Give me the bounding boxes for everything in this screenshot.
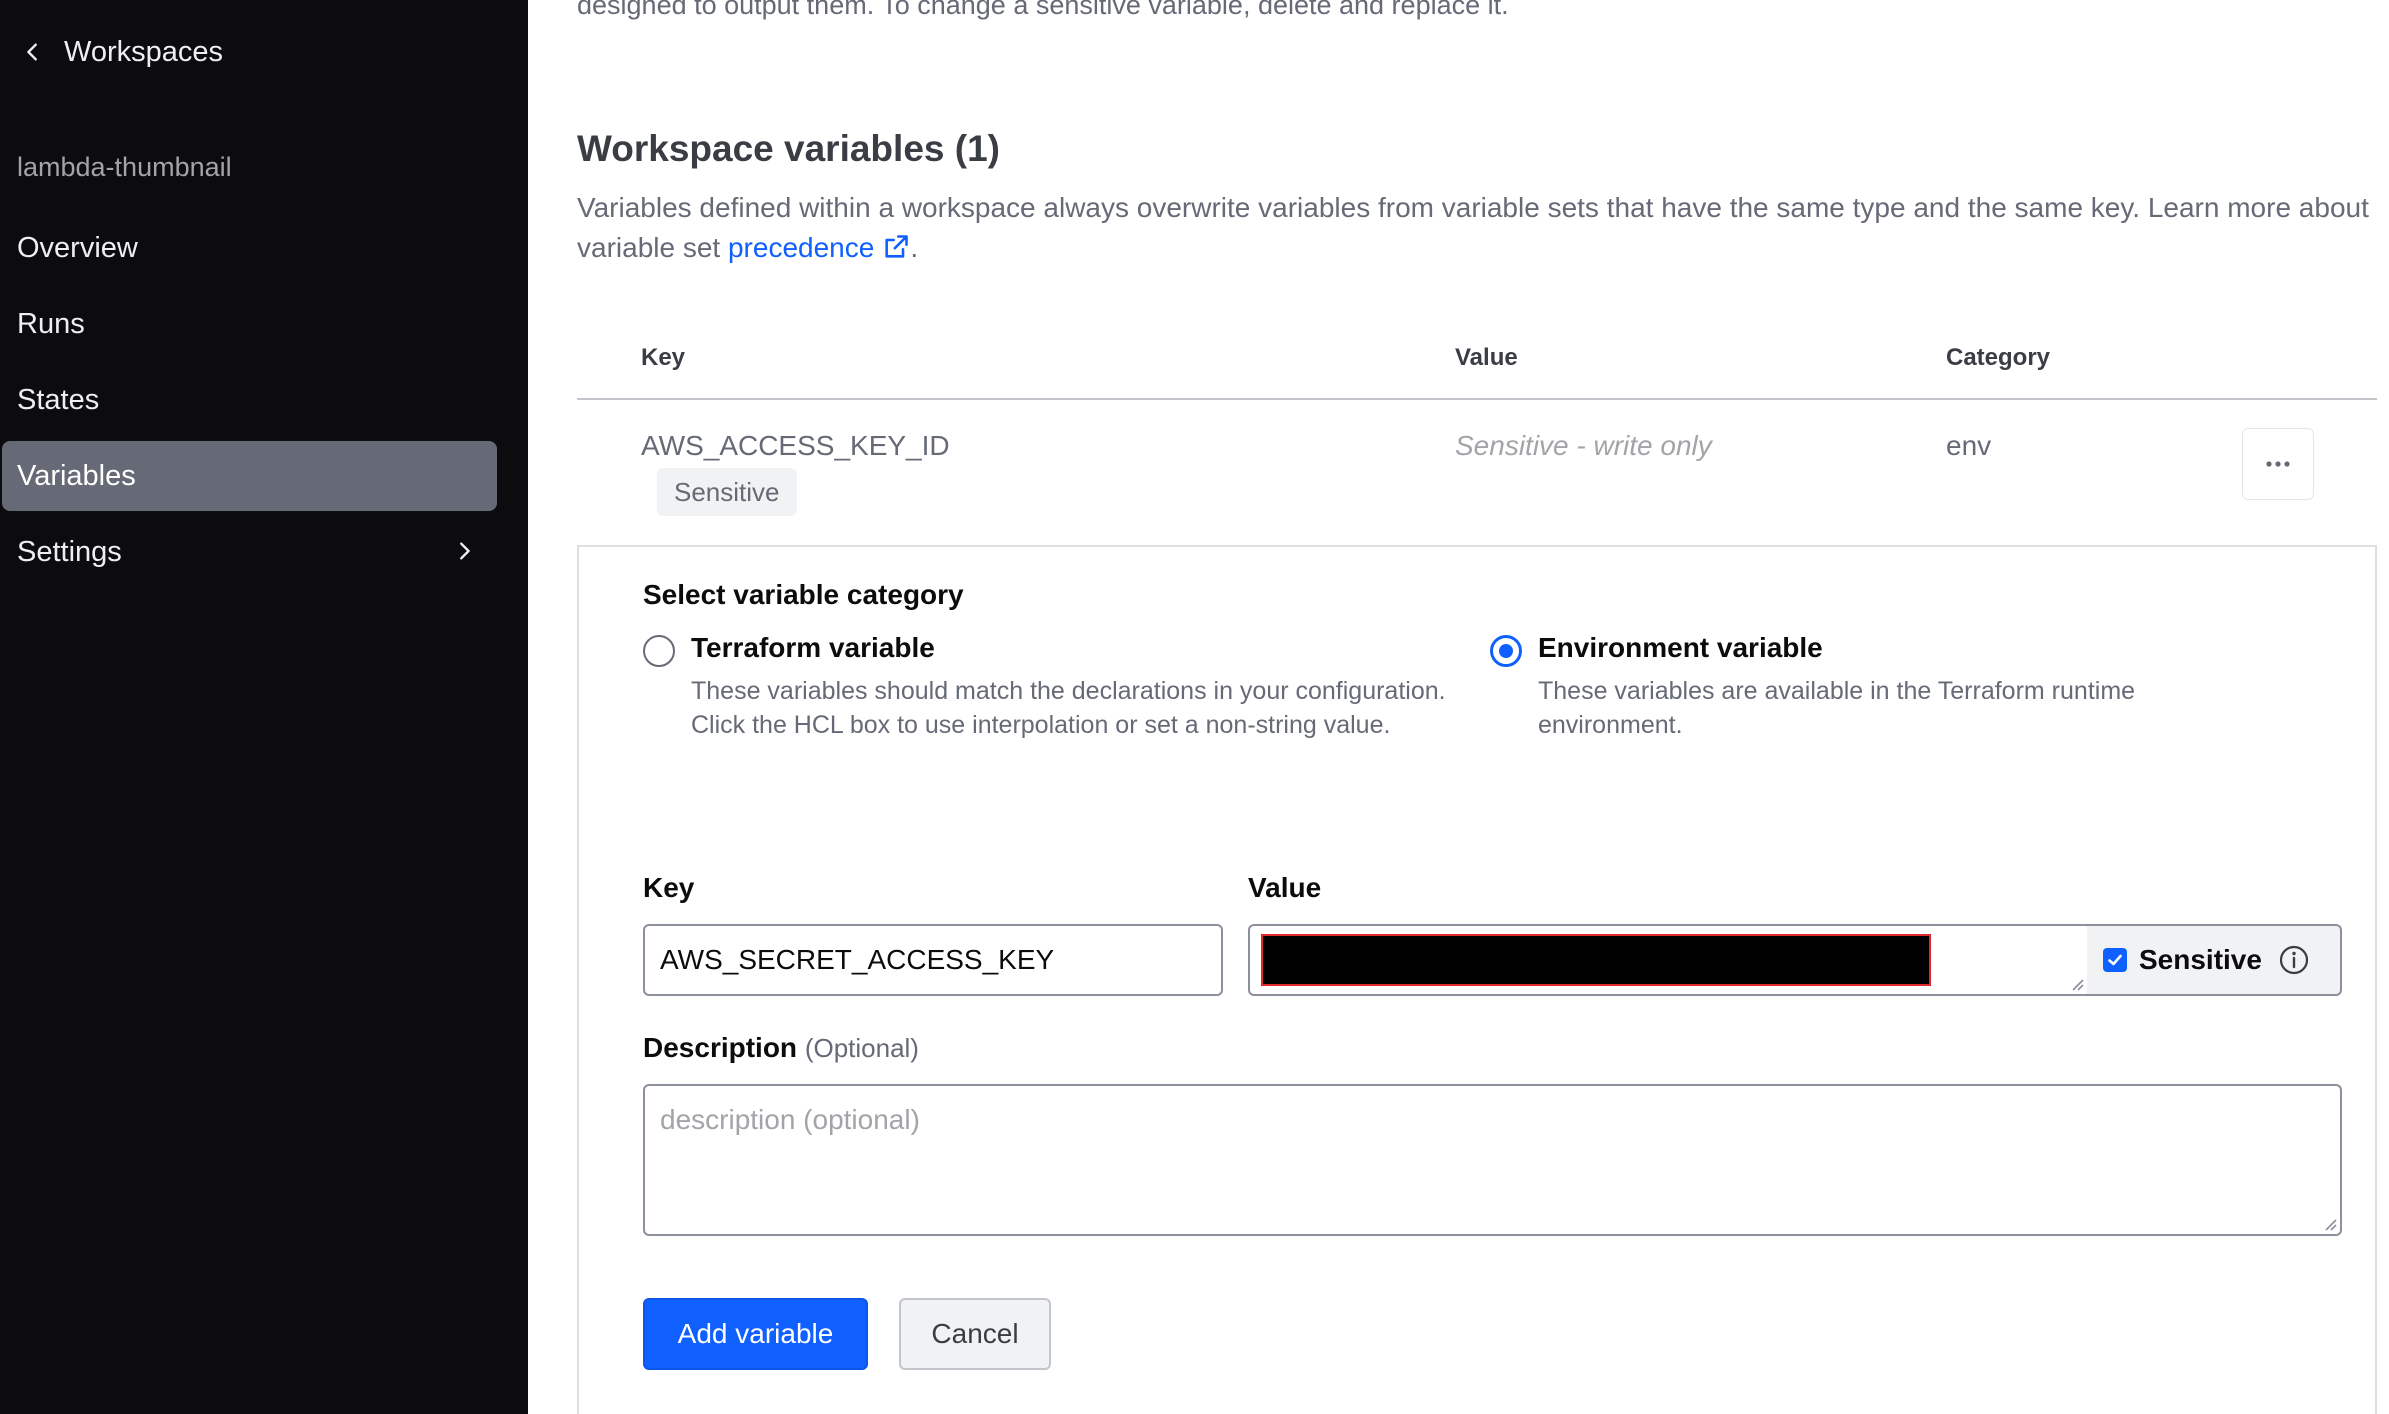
sensitive-badge: Sensitive bbox=[657, 468, 797, 516]
workspace-name: lambda-thumbnail bbox=[17, 152, 232, 182]
variable-key: AWS_ACCESS_KEY_ID bbox=[641, 430, 950, 461]
sidebar-item-label: Runs bbox=[17, 307, 85, 340]
cancel-button[interactable]: Cancel bbox=[899, 1298, 1051, 1370]
redacted-value bbox=[1261, 934, 1931, 986]
sensitive-toggle[interactable]: Sensitive bbox=[2087, 924, 2342, 996]
description-label: Description (Optional) bbox=[643, 1032, 919, 1064]
cancel-button-label: Cancel bbox=[931, 1318, 1019, 1349]
check-icon bbox=[2108, 954, 2122, 966]
more-horizontal-icon bbox=[2266, 461, 2290, 467]
variable-category: env bbox=[1946, 430, 1992, 461]
add-variable-button-label: Add variable bbox=[677, 1318, 834, 1349]
value-label: Value bbox=[1248, 872, 1322, 903]
sidebar-item-label: Overview bbox=[17, 231, 138, 264]
category-title: Select variable category bbox=[643, 579, 964, 610]
sensitive-variables-note: designed to output them. To change a sen… bbox=[577, 0, 1509, 20]
environment-variable-description: These variables are available in the Ter… bbox=[1538, 677, 2136, 739]
column-header-category: Category bbox=[1946, 344, 2051, 371]
key-input-value: AWS_SECRET_ACCESS_KEY bbox=[660, 944, 1055, 975]
add-variable-button[interactable]: Add variable bbox=[643, 1298, 868, 1370]
description-placeholder: description (optional) bbox=[660, 1104, 920, 1135]
terraform-variable-description: These variables should match the declara… bbox=[691, 677, 1446, 739]
column-header-key: Key bbox=[641, 344, 686, 371]
sidebar: Workspaces lambda-thumbnail Overview Run… bbox=[0, 0, 528, 1414]
resize-handle-icon[interactable] bbox=[2321, 1215, 2337, 1231]
main-content: designed to output them. To change a sen… bbox=[528, 0, 2389, 1414]
page-title: Workspace variables (1) bbox=[577, 128, 1000, 169]
resize-handle-icon[interactable] bbox=[2068, 975, 2084, 991]
variables-table-header: Key Value Category bbox=[577, 330, 2377, 400]
sensitive-checkbox[interactable] bbox=[2103, 948, 2127, 972]
table-row: AWS_ACCESS_KEY_ID Sensitive Sensitive - … bbox=[577, 400, 2377, 545]
environment-variable-radio[interactable] bbox=[1490, 635, 1522, 667]
sidebar-item-overview[interactable]: Overview bbox=[2, 213, 497, 283]
environment-variable-label: Environment variable bbox=[1538, 632, 1823, 663]
precedence-link[interactable]: precedence bbox=[728, 232, 910, 263]
column-header-value: Value bbox=[1455, 344, 1518, 371]
external-link-icon bbox=[885, 235, 909, 258]
section-description: Variables defined within a workspace alw… bbox=[577, 188, 2387, 268]
key-label: Key bbox=[643, 872, 695, 903]
description-label-text: Description bbox=[643, 1032, 798, 1063]
add-variable-form: Select variable category Terraform varia… bbox=[577, 545, 2377, 1414]
sidebar-item-label: Settings bbox=[17, 535, 122, 568]
description-period: . bbox=[910, 232, 919, 263]
precedence-link-label: precedence bbox=[727, 232, 875, 263]
sensitive-label: Sensitive bbox=[2139, 944, 2262, 975]
row-actions-button[interactable] bbox=[2242, 428, 2314, 500]
key-input[interactable]: AWS_SECRET_ACCESS_KEY bbox=[643, 924, 1223, 996]
sidebar-item-states[interactable]: States bbox=[2, 365, 497, 435]
back-label: Workspaces bbox=[64, 35, 224, 68]
terraform-variable-label: Terraform variable bbox=[691, 632, 935, 663]
value-input[interactable] bbox=[1248, 924, 2089, 996]
sidebar-item-runs[interactable]: Runs bbox=[2, 289, 497, 359]
description-textarea[interactable]: description (optional) bbox=[643, 1084, 2342, 1236]
chevron-right-icon bbox=[460, 542, 470, 560]
description-optional-hint: (Optional) bbox=[804, 1033, 919, 1063]
terraform-variable-radio[interactable] bbox=[643, 635, 675, 667]
chevron-left-icon bbox=[27, 43, 37, 61]
info-icon[interactable] bbox=[2278, 944, 2310, 976]
variable-value: Sensitive - write only bbox=[1455, 430, 1712, 461]
sidebar-item-variables[interactable]: Variables bbox=[2, 441, 497, 511]
sidebar-item-settings[interactable]: Settings bbox=[2, 517, 497, 587]
back-to-workspaces-link[interactable]: Workspaces bbox=[22, 30, 223, 74]
sidebar-item-label: States bbox=[17, 383, 100, 416]
sidebar-item-label: Variables bbox=[17, 459, 136, 492]
